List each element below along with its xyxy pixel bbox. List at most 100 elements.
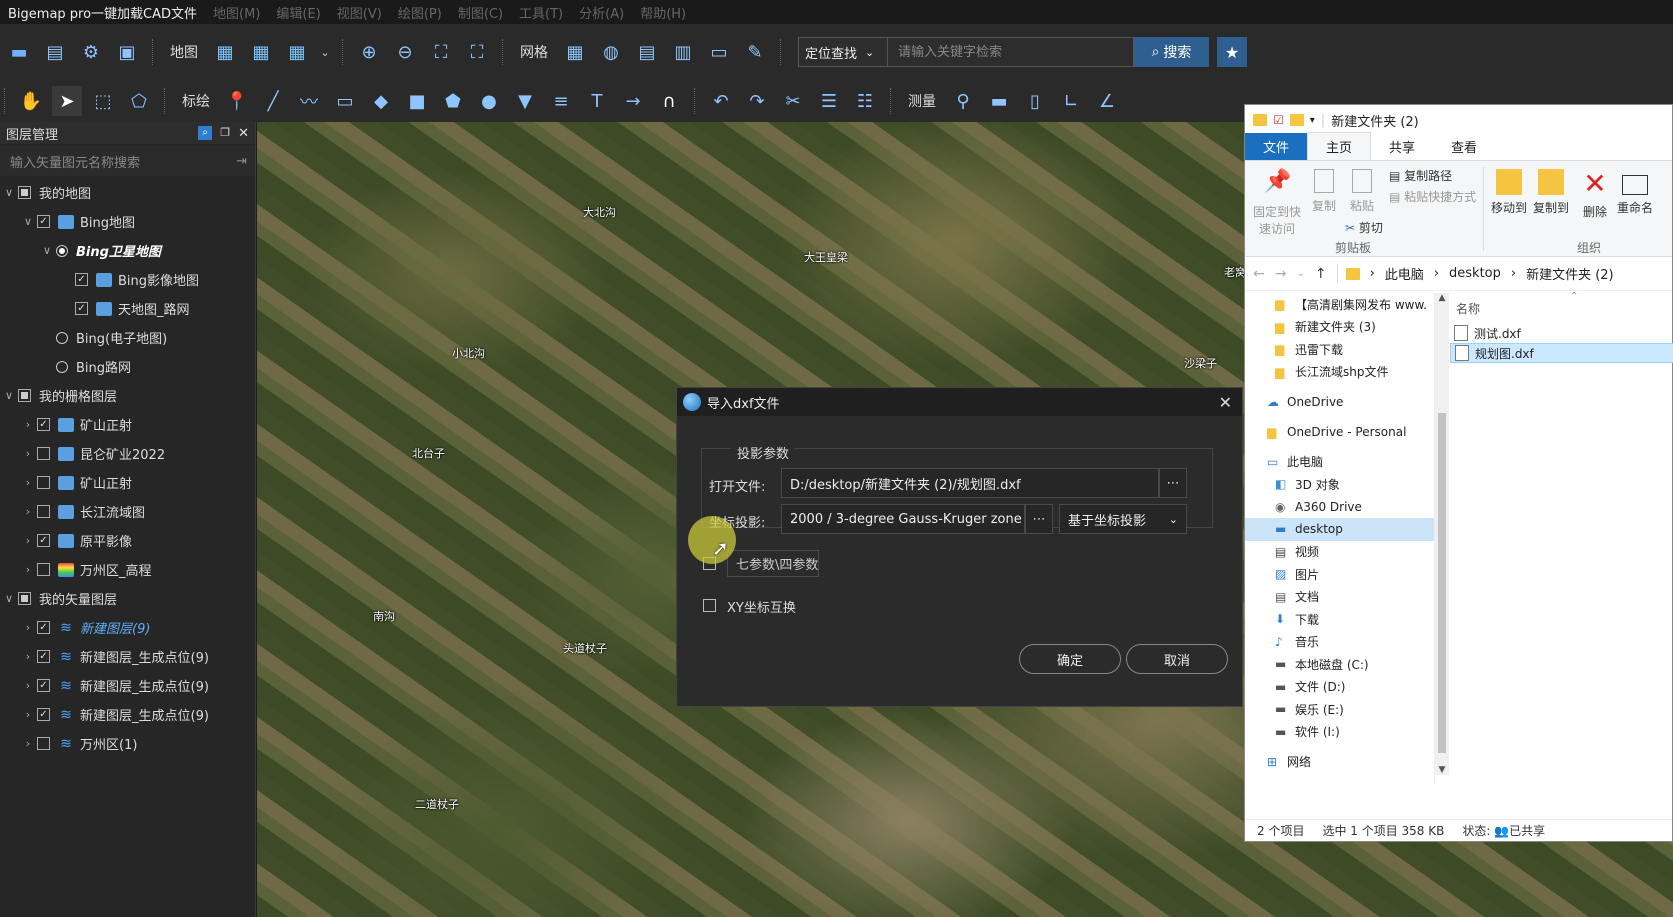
nav-item[interactable]: ▬ desktop (1245, 518, 1434, 541)
circle-icon[interactable]: ● (474, 86, 504, 116)
save-icon[interactable]: ▤ (40, 37, 70, 67)
layer-checkbox[interactable]: ✓ (37, 418, 50, 431)
text-icon[interactable]: T (582, 86, 612, 116)
menu-edit[interactable]: 编辑(E) (276, 3, 320, 22)
nav-item[interactable]: ▭ 此电脑 (1245, 451, 1434, 474)
file-item[interactable]: 规划图.dxf (1450, 343, 1673, 363)
mapsheet-icon[interactable]: ▥ (668, 37, 698, 67)
copy-to-button[interactable]: 复制到 (1531, 169, 1571, 216)
chevron-right-icon[interactable]: › (19, 650, 37, 663)
layer-tree-item[interactable]: › ✓ ≋ 新建图层_生成点位(9) (0, 700, 255, 729)
layer-tree-item[interactable]: ✓ 天地图_路网 (0, 294, 255, 323)
layer-checkbox[interactable]: ✓ (37, 708, 50, 721)
redo-icon[interactable]: ↷ (742, 86, 772, 116)
arrow-icon[interactable]: → (618, 86, 648, 116)
nav-scrollbar[interactable]: ▲ ▼ (1435, 293, 1449, 775)
properties-icon[interactable]: ☑ (1273, 113, 1284, 127)
chevron-right-icon[interactable]: › (19, 534, 37, 547)
layer-checkbox[interactable]: ✓ (37, 650, 50, 663)
tab-share[interactable]: 共享 (1371, 133, 1433, 160)
box-select-icon[interactable]: ⬚ (88, 86, 118, 116)
menu-draw[interactable]: 绘图(P) (398, 3, 442, 22)
map-source-3-icon[interactable]: ▦ (282, 37, 312, 67)
layer-checkbox[interactable] (18, 186, 31, 199)
browse-projection-button[interactable]: ⋯ (1025, 504, 1053, 534)
km-grid-icon[interactable]: ▤ (632, 37, 662, 67)
polygon-select-icon[interactable]: ⬠ (124, 86, 154, 116)
chevron-right-icon[interactable]: › (19, 563, 37, 576)
measure-azimuth-icon[interactable]: ∠ (1092, 86, 1122, 116)
layer-tree-item[interactable]: › ✓ 矿山正射 (0, 410, 255, 439)
rename-button[interactable]: 重命名 (1615, 169, 1655, 216)
nav-item[interactable]: ▨ 图片 (1245, 563, 1434, 586)
search-button[interactable]: ⌕ 搜索 (1134, 37, 1209, 67)
menu-map[interactable]: 地图(M) (213, 3, 260, 22)
lat-lng-icon[interactable]: ◍ (596, 37, 626, 67)
pointer-select-icon[interactable]: ➤ (52, 86, 82, 116)
scroll-up-icon[interactable]: ▲ (1435, 293, 1449, 303)
nav-item[interactable]: ▬ 本地磁盘 (C:) (1245, 653, 1434, 676)
layer-checkbox[interactable] (37, 447, 50, 460)
layer-tree-item[interactable]: Bing(电子地图) (0, 323, 255, 352)
chevron-down-icon[interactable]: ∨ (38, 244, 56, 257)
undo-icon[interactable]: ↶ (706, 86, 736, 116)
column-name-header[interactable]: 名称 ⌃ (1450, 291, 1673, 323)
nav-item[interactable]: ▬ 文件 (D:) (1245, 676, 1434, 699)
menu-analysis[interactable]: 分析(A) (579, 3, 624, 22)
layer-search-input[interactable]: 输入矢量图元名称搜索 ⇥ (0, 146, 255, 176)
marker-icon[interactable]: 📍 (222, 86, 252, 116)
zoom-in-icon[interactable]: ⊕ (354, 37, 384, 67)
chevron-right-icon[interactable]: › (19, 447, 37, 460)
open-folder-icon[interactable]: ▬ (4, 37, 34, 67)
nav-item[interactable]: ▆ 新建文件夹 (3) (1245, 316, 1434, 339)
measure-area-icon[interactable]: ▯ (1020, 86, 1050, 116)
tab-file[interactable]: 文件 (1245, 133, 1308, 160)
file-item[interactable]: 测试.dxf (1450, 323, 1673, 343)
forward-arrow-icon[interactable]: → (1275, 266, 1287, 282)
chevron-down-icon[interactable]: ∨ (0, 389, 18, 402)
projection-mode-select[interactable]: 基于坐标投影 ⌄ (1059, 504, 1187, 534)
magnet-icon[interactable]: ∩ (654, 86, 684, 116)
search-icon[interactable]: ⌕ (198, 125, 213, 140)
chevron-down-icon[interactable]: ∨ (0, 186, 18, 199)
nav-item[interactable]: ▆ 长江流域shp文件 (1245, 361, 1434, 384)
seven-params-button[interactable]: 七参数\四参数 (727, 550, 819, 577)
layer-tree-item[interactable]: ∨ 我的地图 (0, 178, 255, 207)
scroll-thumb[interactable] (1438, 413, 1446, 753)
browse-file-button[interactable]: ⋯ (1159, 468, 1187, 498)
layer-tree-item[interactable]: › ✓ 原平影像 (0, 526, 255, 555)
brush-icon[interactable]: ✎ (740, 37, 770, 67)
layer-radio[interactable] (56, 331, 68, 344)
collapse-icon[interactable]: ⇥ (236, 154, 247, 169)
cut-button[interactable]: ✂ 剪切 (1345, 219, 1383, 236)
layer-tree-item[interactable]: › ✓ ≋ 新建图层(9) (0, 613, 255, 642)
rectangle-icon[interactable]: ▭ (330, 86, 360, 116)
map-source-2-icon[interactable]: ▦ (246, 37, 276, 67)
nav-item[interactable]: ◉ A360 Drive (1245, 496, 1434, 519)
locate-select[interactable]: 定位查找 ⌄ (798, 37, 888, 67)
zoom-extent-icon[interactable]: ⛶ (426, 37, 456, 67)
chevron-down-icon[interactable]: ⌄ (318, 37, 332, 67)
chevron-right-icon[interactable]: › (19, 476, 37, 489)
pin-quick-access-button[interactable]: 📌 固定到快速访问 (1249, 169, 1305, 237)
layer-checkbox[interactable] (37, 505, 50, 518)
layer-tree-item[interactable]: › 万州区_高程 (0, 555, 255, 584)
projection-field[interactable]: 2000 / 3-degree Gauss-Kruger zone 40 (781, 504, 1025, 534)
nav-item[interactable]: ▬ 娱乐 (E:) (1245, 698, 1434, 721)
road-icon[interactable]: ≡ (546, 86, 576, 116)
chevron-down-icon[interactable]: ∨ (19, 215, 37, 228)
layer-tree-item[interactable]: ✓ Bing影像地图 (0, 265, 255, 294)
search-input[interactable] (888, 37, 1134, 67)
breadcrumb[interactable]: › 此电脑 › desktop › 新建文件夹 (2) (1336, 264, 1614, 283)
nav-item[interactable]: ▆ 【高清剧集网发布 www. (1245, 293, 1434, 316)
ok-button[interactable]: 确定 (1019, 644, 1121, 674)
layer-checkbox[interactable] (37, 563, 50, 576)
chevron-right-icon[interactable]: › (19, 621, 37, 634)
nav-item[interactable]: ⊞ 网络 (1245, 751, 1434, 774)
nav-item[interactable]: ☁ OneDrive (1245, 391, 1434, 414)
layer-tree-item[interactable]: Bing路网 (0, 352, 255, 381)
tab-view[interactable]: 查看 (1433, 133, 1495, 160)
layer-tree-item[interactable]: › 昆仑矿业2022 (0, 439, 255, 468)
layer-checkbox[interactable] (37, 737, 50, 750)
layer-checkbox[interactable] (18, 389, 31, 402)
